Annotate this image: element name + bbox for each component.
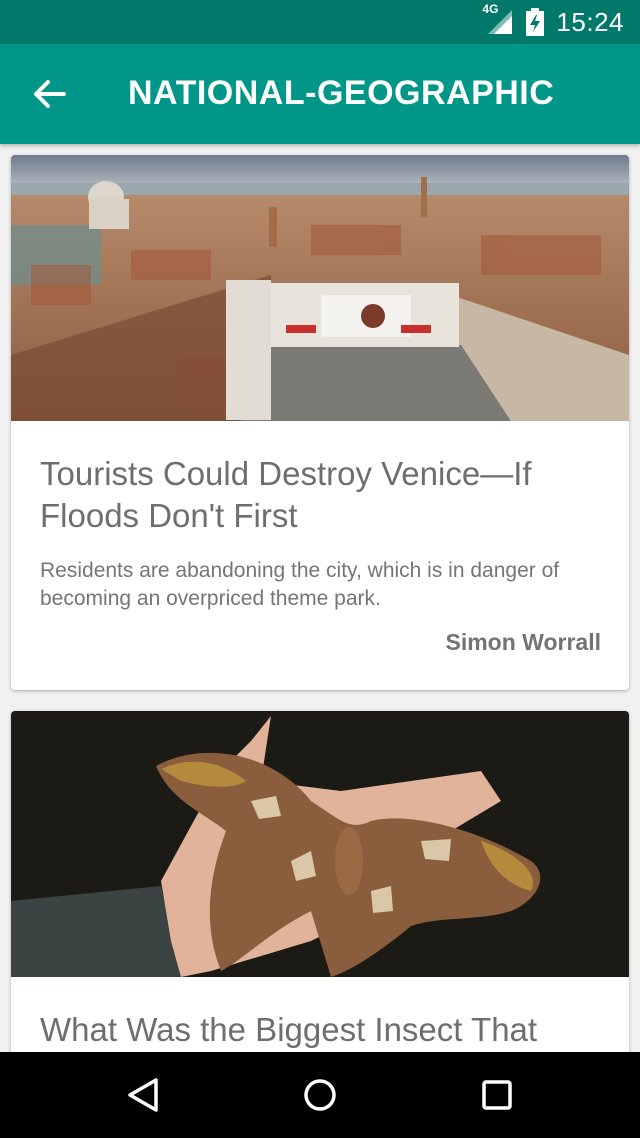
back-button[interactable]: [30, 76, 70, 112]
nav-home-button[interactable]: [297, 1072, 343, 1118]
article-card[interactable]: What Was the Biggest Insect That: [11, 711, 629, 1052]
navigation-bar: [0, 1052, 640, 1138]
status-bar: 4G 15:24: [0, 0, 640, 44]
article-title[interactable]: What Was the Biggest Insect That: [40, 1009, 600, 1051]
circle-home-icon: [304, 1079, 336, 1111]
triangle-back-icon: [128, 1078, 158, 1112]
page-title: NATIONAL-GEOGRAPHIC: [128, 74, 555, 112]
article-feed[interactable]: Tourists Could Destroy Venice—If Floods …: [0, 144, 640, 1052]
nav-recents-button[interactable]: [474, 1072, 520, 1118]
article-author: Simon Worrall: [445, 629, 602, 655]
signal-icon: 4G: [482, 2, 514, 36]
app-bar: NATIONAL-GEOGRAPHIC: [0, 44, 640, 144]
arrow-back-icon: [34, 80, 66, 108]
article-title[interactable]: Tourists Could Destroy Venice—If Floods …: [40, 453, 600, 537]
status-icons: 4G 15:24: [482, 2, 624, 38]
battery-icon: [526, 8, 545, 36]
network-type-label: 4G: [482, 2, 499, 16]
nav-back-button[interactable]: [120, 1072, 166, 1118]
square-recents-icon: [482, 1080, 512, 1110]
article-card[interactable]: Tourists Could Destroy Venice—If Floods …: [11, 155, 629, 690]
article-summary: Residents are abandoning the city, which…: [40, 559, 560, 610]
venice-aerial-photo: [11, 155, 629, 421]
atlas-moth-on-hand-photo: [11, 711, 629, 977]
clock: 15:24: [556, 6, 624, 37]
